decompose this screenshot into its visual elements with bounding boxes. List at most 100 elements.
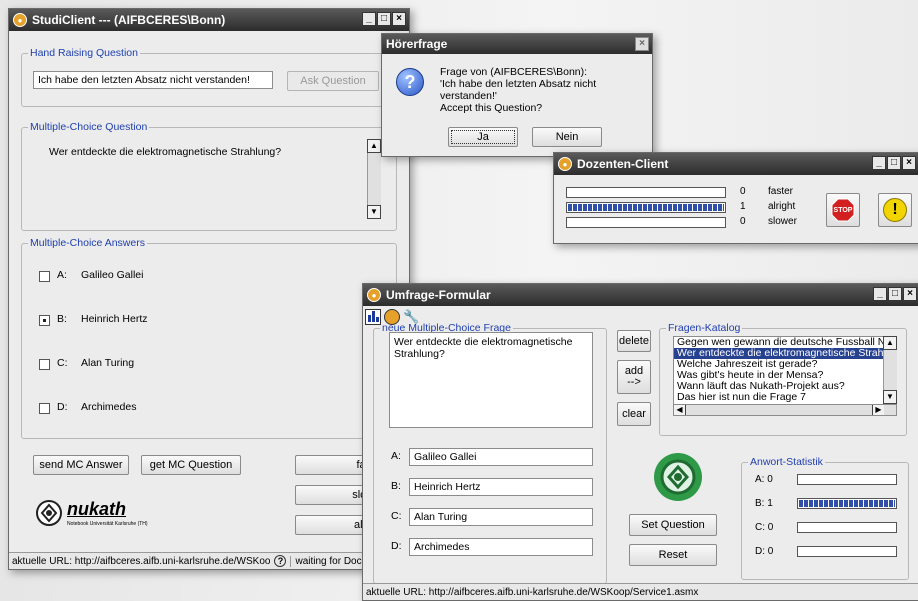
mc-question-group: Multiple-Choice Question <box>21 121 397 231</box>
stat-bar-fill <box>799 500 895 507</box>
minimize-button[interactable]: _ <box>873 287 887 301</box>
studiclient-titlebar[interactable]: ● StudiClient --- (AIFBCERES\Bonn) _ □ × <box>9 9 409 31</box>
maximize-button[interactable]: □ <box>888 287 902 301</box>
hand-question-input[interactable]: Ich habe den letzten Absatz nicht versta… <box>33 71 273 89</box>
hand-raising-legend: Hand Raising Question <box>30 47 138 59</box>
katalog-item[interactable]: Gegen wen gewann die deutsche Fussball N… <box>674 337 896 348</box>
feedback-bar-fill <box>568 204 724 211</box>
hoerfrage-titlebar[interactable]: Hörerfrage × <box>382 34 652 54</box>
close-button[interactable]: × <box>903 287 917 301</box>
close-button[interactable]: × <box>902 156 916 170</box>
dozenten-titlebar[interactable]: ● Dozenten-Client _ □ × <box>554 153 918 175</box>
send-mc-answer-button[interactable]: send MC Answer <box>33 455 129 475</box>
add-button[interactable]: add --> <box>617 360 651 394</box>
mc-question-legend: Multiple-Choice Question <box>30 121 148 133</box>
hoerfrage-dialog: Hörerfrage × ? Frage von (AIFBCERES\Bonn… <box>381 33 653 157</box>
katalog-legend: Fragen-Katalog <box>668 322 741 334</box>
katalog-hscrollbar[interactable]: ◀ ▶ <box>673 404 897 416</box>
answer-letter: B: <box>57 313 67 325</box>
mc-answers-legend: Multiple-Choice Answers <box>30 237 145 249</box>
katalog-item[interactable]: Was gibt's heute in der Mensa? <box>674 370 896 381</box>
stat-label: D: 0 <box>755 546 774 557</box>
nukath-logo: nukath Notebook Universität Karlsruhe (T… <box>35 499 195 531</box>
katalog-item[interactable]: Wer entdeckte die elektromagnetische Str… <box>674 348 896 359</box>
maximize-button[interactable]: □ <box>377 12 391 26</box>
ask-question-button[interactable]: Ask Question <box>287 71 379 91</box>
mc-answers-group: Multiple-Choice Answers <box>21 237 397 439</box>
window-title: StudiClient --- (AIFBCERES\Bonn) <box>32 13 226 27</box>
reset-button[interactable]: Reset <box>629 544 717 566</box>
feedback-count: 0 <box>740 216 746 227</box>
scroll-down-icon[interactable]: ▼ <box>367 205 381 219</box>
add-arrow: --> <box>627 376 641 388</box>
nukath-gear-logo <box>651 450 705 507</box>
answer-checkbox[interactable] <box>39 403 50 414</box>
answer-letter: A: <box>391 450 401 462</box>
student-status-wait: waiting for Doce <box>290 555 367 567</box>
window-title: Umfrage-Formular <box>386 288 491 302</box>
answer-label: Heinrich Hertz <box>81 313 148 325</box>
scroll-right-icon[interactable]: ▶ <box>872 405 884 415</box>
answer-input[interactable]: Galileo Gallei <box>409 448 593 466</box>
close-button[interactable]: × <box>392 12 406 26</box>
umfrage-titlebar[interactable]: ● Umfrage-Formular _ □ × <box>363 284 918 306</box>
answer-checkbox[interactable] <box>39 315 50 326</box>
statistik-legend: Anwort-Statistik <box>750 456 823 468</box>
answer-letter: D: <box>391 540 402 552</box>
maximize-button[interactable]: □ <box>887 156 901 170</box>
katalog-item[interactable]: Wann läuft das Nukath-Projekt aus? <box>674 381 896 392</box>
scroll-left-icon[interactable]: ◀ <box>674 405 686 415</box>
close-button[interactable]: × <box>635 37 649 51</box>
answer-input[interactable]: Alan Turing <box>409 508 593 526</box>
nukath-gear-icon <box>654 453 702 501</box>
answer-label: Archimedes <box>81 401 137 413</box>
ja-button[interactable]: Ja <box>448 127 518 147</box>
feedback-count: 1 <box>740 201 746 212</box>
stop-button[interactable]: STOP <box>826 193 860 227</box>
studiclient-window: ● StudiClient --- (AIFBCERES\Bonn) _ □ ×… <box>8 8 410 570</box>
feedback-label: slower <box>768 216 797 227</box>
app-icon: ● <box>13 13 27 27</box>
accept-prompt: Accept this Question? <box>440 102 543 114</box>
katalog-item[interactable]: Welche Jahreszeit ist gerade? <box>674 359 896 370</box>
window-title: Dozenten-Client <box>577 157 669 171</box>
delete-button[interactable]: delete <box>617 330 651 352</box>
new-question-textarea[interactable]: Wer entdeckte die elektromagnetische Str… <box>389 332 593 428</box>
student-status-bar: aktuelle URL: http://aifbceres.aifb.uni-… <box>9 552 409 569</box>
answer-letter: C: <box>391 510 402 522</box>
scroll-down-icon[interactable]: ▼ <box>883 390 897 404</box>
stat-bar <box>797 498 897 509</box>
answer-checkbox[interactable] <box>39 359 50 370</box>
nukath-logo-subtitle: Notebook Universität Karlsruhe (TH) <box>67 521 148 527</box>
feedback-label: alright <box>768 201 796 212</box>
stat-label: B: 1 <box>755 498 773 509</box>
set-question-button[interactable]: Set Question <box>629 514 717 536</box>
nukath-logo-icon <box>36 500 62 526</box>
katalog-item[interactable]: Das hier ist nun die Frage 7 <box>674 392 896 403</box>
answer-letter: C: <box>57 357 68 369</box>
answer-input[interactable]: Archimedes <box>409 538 593 556</box>
scroll-up-icon[interactable]: ▲ <box>883 336 897 350</box>
stat-bar <box>797 474 897 485</box>
answer-checkbox[interactable] <box>39 271 50 282</box>
katalog-list[interactable]: Gegen wen gewann die deutsche Fussball N… <box>673 336 897 408</box>
clear-button[interactable]: clear <box>617 402 651 426</box>
get-mc-question-button[interactable]: get MC Question <box>141 455 241 475</box>
stat-label: C: 0 <box>755 522 774 533</box>
nein-button[interactable]: Nein <box>532 127 602 147</box>
answer-label: Alan Turing <box>81 357 135 369</box>
warning-button[interactable]: ! <box>878 193 912 227</box>
stat-bar <box>797 522 897 533</box>
help-icon[interactable]: ? <box>274 555 287 567</box>
minimize-button[interactable]: _ <box>362 12 376 26</box>
student-status-url: aktuelle URL: http://aifbceres.aifb.uni-… <box>12 555 271 567</box>
minimize-button[interactable]: _ <box>872 156 886 170</box>
katalog-vscrollbar[interactable]: ▲ ▼ <box>883 336 897 404</box>
answer-letter: B: <box>391 480 401 492</box>
answer-letter: A: <box>57 269 67 281</box>
mc-question-scrollbar[interactable]: ▲ ▼ <box>367 139 381 219</box>
feedback-label: faster <box>768 186 794 197</box>
answer-input[interactable]: Heinrich Hertz <box>409 478 593 496</box>
scroll-up-icon[interactable]: ▲ <box>367 139 381 153</box>
feedback-bar <box>566 217 726 228</box>
